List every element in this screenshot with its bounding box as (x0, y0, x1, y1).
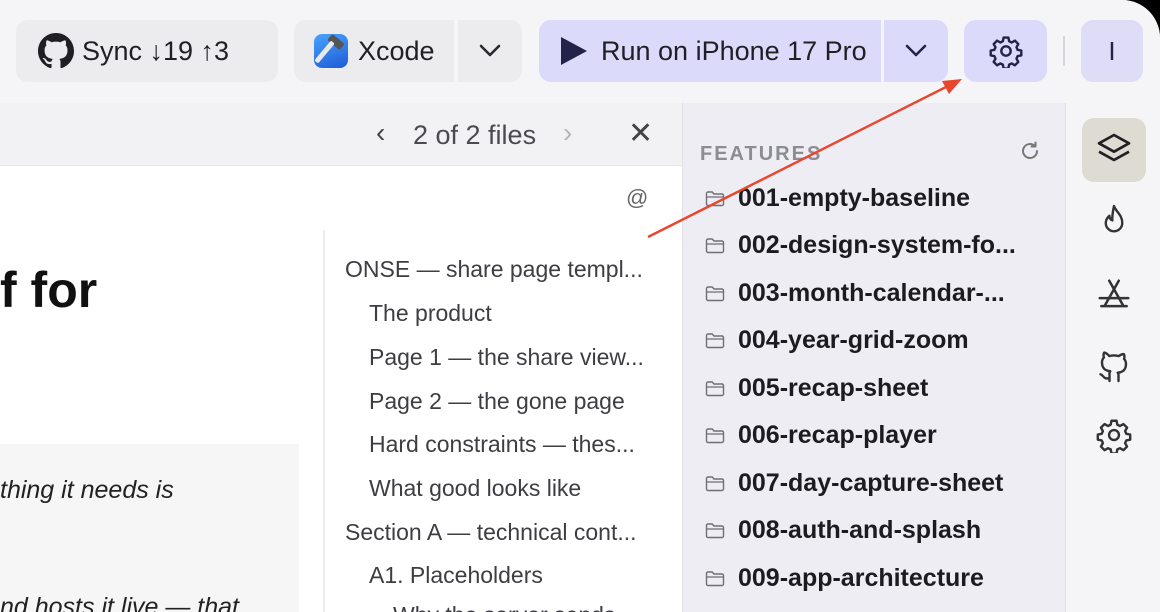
features-title: FEATURES (700, 143, 823, 165)
feature-item[interactable]: 002-design-system-fo... (705, 229, 1016, 263)
feature-item-label: 007-day-capture-sheet (738, 468, 1004, 497)
outline-item[interactable]: A1. Placeholders (369, 562, 543, 589)
outline-item[interactable]: What good looks like (369, 475, 581, 502)
play-icon (561, 37, 587, 65)
callout-text: thing it needs is (0, 476, 174, 504)
feature-item[interactable]: 006-recap-player (705, 419, 937, 453)
gear-icon (1096, 419, 1132, 453)
right-rail (1065, 103, 1160, 612)
rail-layers-button[interactable] (1082, 118, 1146, 182)
document-pane: ‹ 2 of 2 files › ✕ @ f for thing it need… (0, 103, 682, 612)
sync-button-label: Sync ↓19 ↑3 (82, 35, 230, 66)
rail-app-store-button[interactable] (1082, 263, 1146, 327)
rail-github-button[interactable] (1082, 334, 1146, 398)
mention-button[interactable]: @ (626, 185, 648, 211)
xcode-menu-button[interactable] (458, 20, 522, 82)
sync-button[interactable]: Sync ↓19 ↑3 (16, 20, 278, 82)
feature-item[interactable]: 005-recap-sheet (705, 371, 928, 405)
folder-icon (705, 238, 725, 254)
document-outline: ONSE — share page templ... The product P… (323, 230, 682, 612)
feature-item-label: 009-app-architecture (738, 563, 984, 592)
xcode-button[interactable]: Xcode (294, 20, 454, 82)
feature-item-label: 002-design-system-fo... (738, 231, 1016, 259)
xcode-icon (314, 34, 348, 68)
folder-icon (705, 475, 725, 491)
folder-icon (705, 570, 725, 586)
app-store-icon (1098, 279, 1130, 308)
outline-item[interactable]: ONSE — share page templ... (345, 256, 643, 283)
outline-item[interactable]: Why the server sends (393, 602, 615, 612)
features-panel: FEATURES 001-empty-baseline 002-design-sy… (682, 103, 1065, 612)
layers-icon (1097, 133, 1131, 162)
feature-item-label: 005-recap-sheet (738, 373, 929, 402)
feature-item[interactable]: 009-app-architecture (705, 561, 984, 595)
app-window: Sync ↓19 ↑3 Xcode Run on iPhone 17 Pro I… (0, 0, 1160, 612)
rail-flame-button[interactable] (1082, 189, 1146, 253)
flame-icon (1104, 204, 1124, 233)
toolbar-divider (1063, 36, 1065, 66)
folder-icon (705, 428, 725, 444)
chevron-down-icon (905, 44, 927, 57)
outline-item[interactable]: Hard constraints — thes... (369, 431, 635, 458)
feature-item-label: 003-month-calendar-... (738, 278, 1005, 307)
outline-item[interactable]: Section A — technical cont... (345, 519, 637, 546)
feature-item-label: 008-auth-and-splash (738, 516, 982, 544)
run-button-label: Run on iPhone 17 Pro (601, 35, 867, 66)
gear-icon (988, 36, 1023, 68)
outline-item[interactable]: Page 2 — the gone page (369, 388, 625, 415)
close-file-nav-button[interactable]: ✕ (628, 116, 653, 151)
feature-item[interactable]: 003-month-calendar-... (705, 276, 1005, 310)
github-icon (38, 33, 74, 69)
file-count: 2 of 2 files (413, 120, 537, 150)
rail-settings-button[interactable] (1082, 403, 1146, 467)
feature-item[interactable]: 001-empty-baseline (705, 181, 970, 215)
run-button[interactable]: Run on iPhone 17 Pro (539, 20, 881, 82)
window-frame: Sync ↓19 ↑3 Xcode Run on iPhone 17 Pro I… (0, 0, 1160, 612)
folder-icon (705, 285, 725, 301)
folder-icon (705, 333, 725, 349)
github-icon (1099, 351, 1128, 383)
feature-item[interactable]: 004-year-grid-zoom (705, 324, 969, 358)
toolbar: Sync ↓19 ↑3 Xcode Run on iPhone 17 Pro I (0, 0, 1160, 103)
chevron-down-icon (479, 44, 501, 57)
outline-item[interactable]: Page 1 — the share view... (369, 344, 644, 371)
avatar[interactable]: I (1081, 20, 1143, 82)
feature-item[interactable]: 008-auth-and-splash (705, 514, 981, 548)
avatar-initial: I (1108, 35, 1116, 66)
settings-button[interactable] (964, 20, 1047, 82)
feature-item-label: 006-recap-player (738, 421, 937, 449)
callout-text: nd hosts it live — that (0, 593, 240, 612)
feature-item-label: 001-empty-baseline (738, 183, 971, 212)
xcode-button-label: Xcode (358, 35, 435, 66)
next-file-button[interactable]: › (563, 117, 572, 149)
folder-icon (705, 380, 725, 396)
run-menu-button[interactable] (884, 20, 948, 82)
callout-block (0, 444, 299, 612)
file-navigation-bar: ‹ 2 of 2 files › ✕ (0, 103, 682, 166)
previous-file-button[interactable]: ‹ (376, 117, 385, 149)
folder-icon (705, 523, 725, 539)
folder-icon (705, 190, 725, 206)
document-heading: f for (0, 262, 98, 318)
feature-item-label: 004-year-grid-zoom (738, 326, 969, 354)
feature-item[interactable]: 007-day-capture-sheet (705, 466, 1003, 500)
refresh-icon[interactable] (1018, 139, 1042, 163)
outline-item[interactable]: The product (369, 300, 492, 327)
